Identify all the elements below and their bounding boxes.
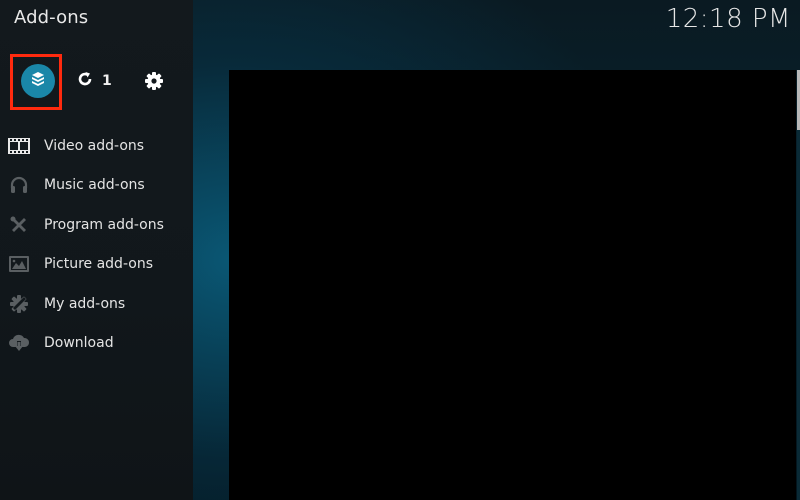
menu-item-music-addons[interactable]: Music add-ons	[0, 167, 193, 203]
menu-item-label: My add-ons	[44, 296, 126, 312]
film-strip-icon	[8, 135, 30, 157]
clock: 12:18 PM	[665, 4, 791, 34]
open-box-icon	[29, 70, 47, 92]
menu-item-download[interactable]: Download	[0, 325, 193, 361]
menu-item-picture-addons[interactable]: Picture add-ons	[0, 246, 193, 282]
page-title: Add-ons	[14, 7, 89, 28]
menu-item-video-addons[interactable]: Video add-ons	[0, 128, 193, 164]
menu-item-program-addons[interactable]: Program add-ons	[0, 207, 193, 243]
headphones-icon	[8, 174, 30, 196]
menu-item-label: Download	[44, 335, 114, 351]
menu-item-my-addons[interactable]: My add-ons	[0, 286, 193, 322]
settings-button[interactable]	[143, 70, 165, 92]
addon-browser-button[interactable]	[21, 64, 55, 98]
tools-icon	[8, 214, 30, 236]
gear-icon	[143, 72, 165, 96]
picture-icon	[8, 253, 30, 275]
update-count: 1	[102, 73, 112, 89]
addon-content-panel	[229, 70, 796, 500]
refresh-icon	[77, 71, 93, 91]
menu-item-label: Music add-ons	[44, 177, 145, 193]
menu-item-label: Picture add-ons	[44, 256, 153, 272]
updates-button[interactable]: 1	[77, 71, 117, 91]
gear-wrench-icon	[8, 293, 30, 315]
menu-item-label: Program add-ons	[44, 217, 164, 233]
menu-item-label: Video add-ons	[44, 138, 145, 154]
cloud-download-icon	[8, 332, 30, 354]
